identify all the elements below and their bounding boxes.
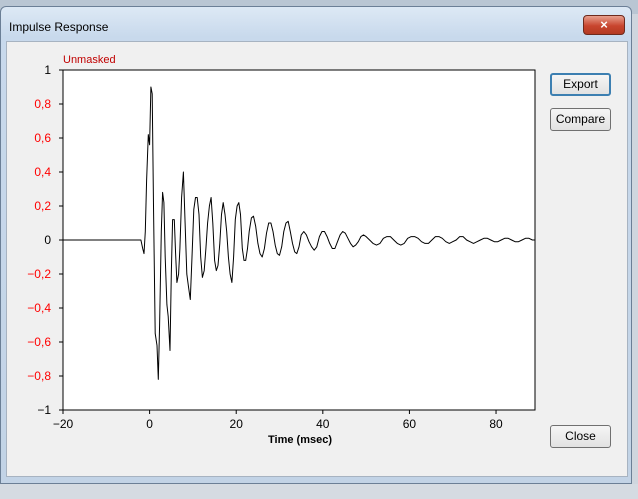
impulse-response-chart: 1 0,8 0,6 0,4 0,2 0 −0,2 −0,4 −0,6 −0,8 −1 −20 0 20 4…: [27, 63, 536, 446]
export-button[interactable]: Export: [550, 73, 611, 96]
y-tick-label: 0,8: [34, 97, 51, 111]
y-tick-label: 0,4: [34, 165, 51, 179]
x-tick-label: −20: [53, 417, 74, 431]
title-bar[interactable]: Impulse Response ×: [1, 7, 631, 41]
window-title: Impulse Response: [9, 20, 109, 34]
y-tick-label: −0,8: [27, 369, 51, 383]
y-tick-label: −1: [37, 403, 51, 417]
dialog-client-area: Unmasked 1 0,8 0,6 0,4 0,2 0 −0,2 −0,4 −0,6 −0,8−…: [6, 41, 628, 477]
window-close-icon[interactable]: ×: [583, 15, 625, 35]
y-tick-label: −0,6: [27, 335, 51, 349]
y-axis-ticks: 1 0,8 0,6 0,4 0,2 0 −0,2 −0,4 −0,6 −0,8 −1: [27, 63, 63, 417]
x-tick-label: 80: [489, 417, 503, 431]
y-tick-label: 1: [44, 63, 51, 77]
x-tick-label: 60: [403, 417, 417, 431]
background-taskbar: [0, 484, 638, 499]
close-button[interactable]: Close: [550, 425, 611, 448]
y-tick-label: 0: [44, 233, 51, 247]
x-tick-label: 40: [316, 417, 330, 431]
y-tick-label: −0,2: [27, 267, 51, 281]
x-tick-label: 0: [146, 417, 153, 431]
x-tick-label: 20: [230, 417, 244, 431]
y-tick-label: −0,4: [27, 301, 51, 315]
x-axis-label: Time (msec): [268, 434, 332, 446]
x-axis-ticks: −20 0 20 40 60 80: [53, 410, 503, 431]
y-tick-label: 0,6: [34, 131, 51, 145]
impulse-response-window: Impulse Response × Unmasked 1 0,8 0,6 0,4 0,…: [0, 6, 632, 484]
y-tick-label: 0,2: [34, 199, 51, 213]
compare-button[interactable]: Compare: [550, 108, 611, 131]
